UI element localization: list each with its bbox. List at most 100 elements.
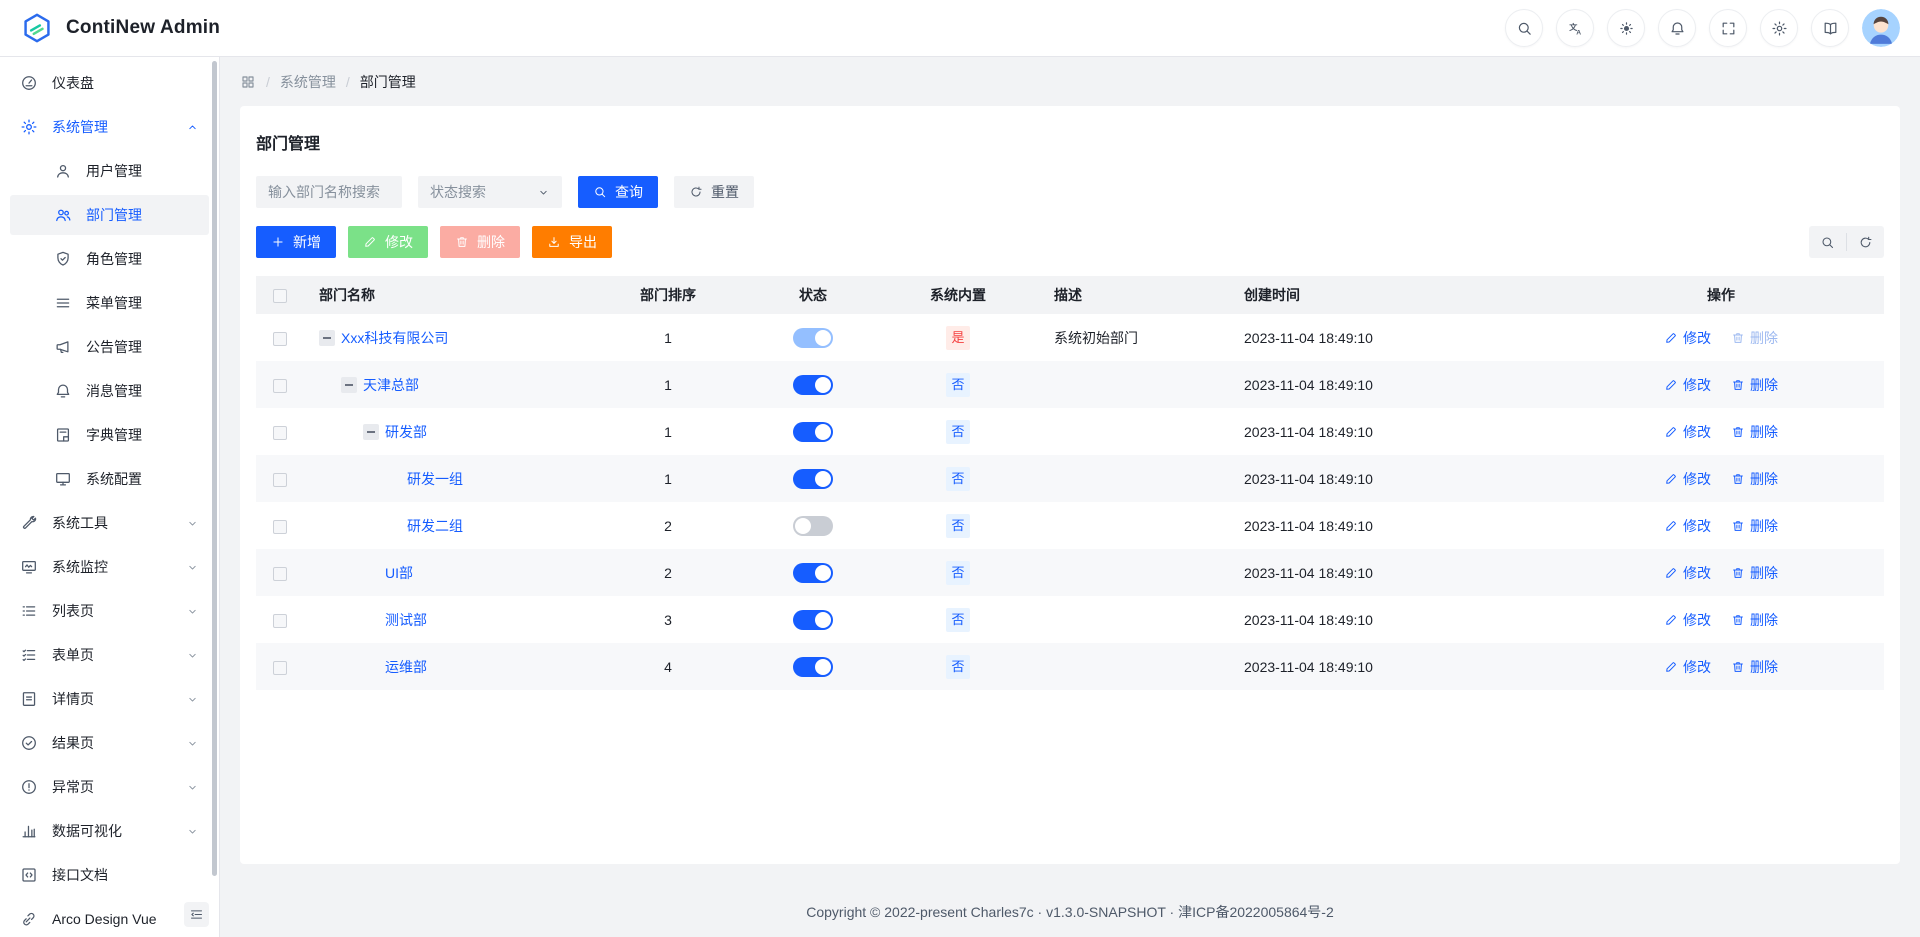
chevron-down-icon (186, 649, 199, 662)
apps-grid-icon[interactable] (240, 74, 256, 90)
sidebar-item-system-tools[interactable]: 系统工具 (10, 503, 209, 543)
department-name-link[interactable]: Xxx科技有限公司 (341, 328, 448, 348)
status-toggle[interactable] (793, 375, 833, 395)
row-edit-button[interactable]: 修改 (1664, 469, 1711, 489)
sidebar-item-system-management[interactable]: 系统管理 (10, 107, 209, 147)
sidebar-item-list-page[interactable]: 列表页 (10, 591, 209, 631)
row-checkbox[interactable] (273, 567, 287, 581)
app-logo[interactable]: ContiNew Admin (20, 11, 220, 45)
sidebar-item-dashboard[interactable]: 仪表盘 (10, 63, 209, 103)
sidebar-item-dictionary-management[interactable]: 字典管理 (10, 415, 209, 455)
sidebar-item-result-page[interactable]: 结果页 (10, 723, 209, 763)
department-name-link[interactable]: UI部 (385, 563, 413, 583)
header-docs-button[interactable] (1811, 9, 1849, 47)
sidebar-item-user-management[interactable]: 用户管理 (10, 151, 209, 191)
collapse-node-icon[interactable] (341, 377, 357, 393)
row-delete-button[interactable]: 删除 (1731, 375, 1778, 395)
cell-builtin: 是 (878, 314, 1038, 361)
department-name-link[interactable]: 天津总部 (363, 375, 419, 395)
row-delete-button[interactable]: 删除 (1731, 610, 1778, 630)
sidebar-item-department-management[interactable]: 部门管理 (10, 195, 209, 235)
collapse-node-icon[interactable] (319, 330, 335, 346)
sidebar-item-announcement-management[interactable]: 公告管理 (10, 327, 209, 367)
table-search-button[interactable] (1809, 226, 1846, 258)
row-edit-button[interactable]: 修改 (1664, 328, 1711, 348)
sidebar-collapse-button[interactable] (184, 902, 209, 927)
row-edit-button[interactable]: 修改 (1664, 563, 1711, 583)
user-avatar[interactable] (1862, 9, 1900, 47)
sidebar-item-exception-page[interactable]: 异常页 (10, 767, 209, 807)
row-edit-button[interactable]: 修改 (1664, 375, 1711, 395)
cell-department-name: 研发二组 (303, 502, 588, 549)
department-name-link[interactable]: 运维部 (385, 657, 427, 677)
row-delete-label: 删除 (1750, 422, 1778, 442)
breadcrumb-item-system[interactable]: 系统管理 (280, 72, 336, 92)
sidebar-item-role-management[interactable]: 角色管理 (10, 239, 209, 279)
department-name-link[interactable]: 研发二组 (407, 516, 463, 536)
sidebar-item-data-visualization[interactable]: 数据可视化 (10, 811, 209, 851)
cell-operations: 修改删除 (1558, 314, 1884, 361)
row-delete-button[interactable]: 删除 (1731, 422, 1778, 442)
header-notification-button[interactable] (1658, 9, 1696, 47)
table-refresh-button[interactable] (1847, 226, 1884, 258)
select-all-checkbox[interactable] (273, 289, 287, 303)
chart-icon (20, 822, 38, 840)
cell-description: 系统初始部门 (1038, 314, 1228, 361)
status-toggle[interactable] (793, 516, 833, 536)
reset-button[interactable]: 重置 (674, 176, 754, 208)
sidebar-item-arco-design-vue[interactable]: Arco Design Vue (10, 899, 209, 937)
status-toggle[interactable] (793, 563, 833, 583)
cell-operations: 修改 删除 (1558, 408, 1884, 455)
row-edit-button[interactable]: 修改 (1664, 610, 1711, 630)
row-edit-button[interactable]: 修改 (1664, 422, 1711, 442)
header-translate-button[interactable]: 文A (1556, 9, 1594, 47)
tree-node: 测试部 (319, 610, 572, 630)
sidebar-item-system-monitor[interactable]: 系统监控 (10, 547, 209, 587)
add-button[interactable]: 新增 (256, 226, 336, 258)
row-checkbox[interactable] (273, 473, 287, 487)
sidebar-item-system-config[interactable]: 系统配置 (10, 459, 209, 499)
row-delete-button[interactable]: 删除 (1731, 469, 1778, 489)
cell-status (748, 502, 878, 549)
cell-department-name: 运维部 (303, 643, 588, 690)
header-search-button[interactable] (1505, 9, 1543, 47)
header-theme-button[interactable] (1607, 9, 1645, 47)
sidebar-item-form-page[interactable]: 表单页 (10, 635, 209, 675)
status-toggle[interactable] (793, 422, 833, 442)
docs-icon (1822, 20, 1839, 37)
header-fullscreen-button[interactable] (1709, 9, 1747, 47)
header-settings-button[interactable] (1760, 9, 1798, 47)
row-checkbox[interactable] (273, 614, 287, 628)
sidebar-item-label: 数据可视化 (52, 821, 122, 841)
row-delete-button[interactable]: 删除 (1731, 563, 1778, 583)
sidebar-item-menu-management[interactable]: 菜单管理 (10, 283, 209, 323)
status-toggle[interactable] (793, 610, 833, 630)
batch-delete-button[interactable]: 删除 (440, 226, 520, 258)
row-checkbox[interactable] (273, 332, 287, 346)
row-checkbox[interactable] (273, 520, 287, 534)
query-button[interactable]: 查询 (578, 176, 658, 208)
row-checkbox[interactable] (273, 426, 287, 440)
row-edit-button[interactable]: 修改 (1664, 657, 1711, 677)
row-edit-button[interactable]: 修改 (1664, 516, 1711, 536)
department-name-link[interactable]: 研发部 (385, 422, 427, 442)
department-name-link[interactable]: 测试部 (385, 610, 427, 630)
batch-edit-button[interactable]: 修改 (348, 226, 428, 258)
row-delete-button[interactable]: 删除 (1731, 657, 1778, 677)
sidebar-item-api-docs[interactable]: 接口文档 (10, 855, 209, 895)
sidebar-item-detail-page[interactable]: 详情页 (10, 679, 209, 719)
sidebar-scrollbar[interactable] (212, 61, 217, 876)
status-select[interactable]: 状态搜索 (418, 176, 562, 208)
row-checkbox[interactable] (273, 379, 287, 393)
status-toggle[interactable] (793, 657, 833, 677)
app-title: ContiNew Admin (66, 17, 220, 39)
row-delete-label: 删除 (1750, 469, 1778, 489)
row-delete-button[interactable]: 删除 (1731, 516, 1778, 536)
status-toggle[interactable] (793, 469, 833, 489)
row-checkbox[interactable] (273, 661, 287, 675)
department-name-search-input[interactable] (256, 176, 402, 208)
collapse-node-icon[interactable] (363, 424, 379, 440)
export-button[interactable]: 导出 (532, 226, 612, 258)
department-name-link[interactable]: 研发一组 (407, 469, 463, 489)
sidebar-item-message-management[interactable]: 消息管理 (10, 371, 209, 411)
